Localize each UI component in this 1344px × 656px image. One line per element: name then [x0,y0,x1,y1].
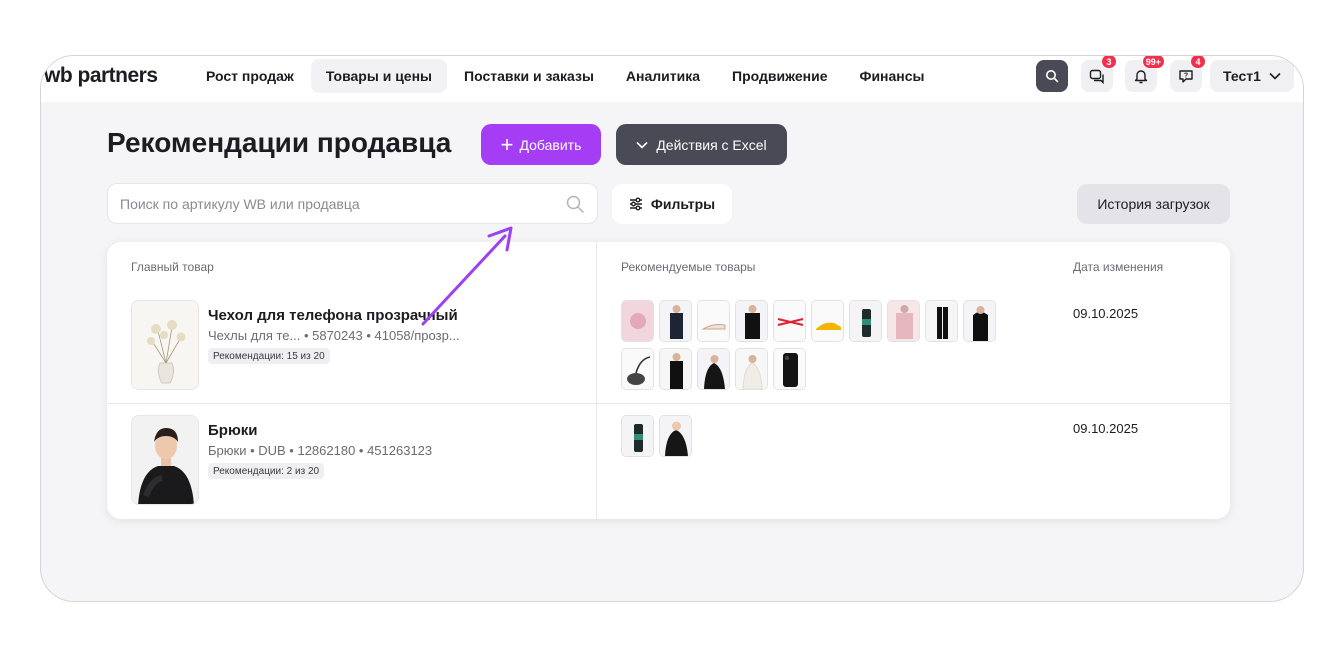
search-input[interactable]: Поиск по артикулу WB или продавца [107,183,598,224]
column-divider [596,242,597,519]
recommended-product-thumb[interactable] [963,300,996,342]
change-date: 09.10.2025 [1073,421,1139,436]
svg-text:?: ? [1184,73,1188,80]
recommended-product-thumb[interactable] [659,300,692,342]
logo[interactable]: wb partners [44,64,158,88]
recommended-product-thumb[interactable] [659,348,692,390]
recommendation-count-badge: Рекомендации: 2 из 20 [208,463,325,479]
recommended-product-thumb[interactable] [697,300,730,342]
excel-actions-label: Действия с Excel [656,136,767,153]
recommended-product-thumb[interactable] [621,415,654,457]
annotation-arrow [421,226,513,326]
chat-icon [1089,69,1104,84]
chat-badge: 3 [1101,56,1117,69]
recommended-product-thumb[interactable] [773,300,806,342]
product-meta: Чехлы для те... • 5870243 • 41058/прозр.… [208,328,460,343]
recommended-product-thumb[interactable] [887,300,920,342]
recommended-product-thumb[interactable] [773,348,806,390]
filters-button[interactable]: Фильтры [612,184,732,224]
recommended-product-thumb[interactable] [849,300,882,342]
recommended-product-thumb[interactable] [735,348,768,390]
nav-item-supplies-orders[interactable]: Поставки и заказы [449,59,609,93]
row-divider [107,403,1230,404]
support-button[interactable]: ? 4 [1170,56,1206,92]
chevron-down-icon [636,141,648,149]
column-header-recommended: Рекомендуемые товары [621,260,756,274]
column-header-date: Дата изменения [1073,260,1164,274]
nav-item-sales-growth[interactable]: Рост продаж [191,59,309,93]
add-button[interactable]: + Добавить [481,124,601,165]
column-header-main: Главный товар [131,260,214,274]
search-placeholder: Поиск по артикулу WB или продавца [120,195,360,212]
recommended-product-thumb[interactable] [925,300,958,342]
user-name: Тест1 [1223,68,1261,84]
product-name[interactable]: Брюки [208,422,257,439]
recommendation-count-badge: Рекомендации: 15 из 20 [208,348,330,364]
nav-item-analytics[interactable]: Аналитика [611,59,715,93]
filters-label: Фильтры [650,196,716,212]
search-icon [566,195,584,213]
recommended-product-thumb[interactable] [621,300,654,342]
recommendations-table: Главный товар Рекомендуемые товары Дата … [107,242,1230,519]
product-image-man[interactable] [131,415,199,505]
top-navbar: wb partners Рост продаж Товары и цены По… [41,56,1303,102]
recommended-product-thumb[interactable] [735,300,768,342]
page-title: Рекомендации продавца [107,127,452,158]
search-button[interactable] [1036,60,1068,92]
search-icon [1046,70,1059,83]
chat-button[interactable]: 3 [1081,56,1117,92]
vase-image [132,301,198,389]
change-date: 09.10.2025 [1073,306,1139,321]
add-button-label: Добавить [519,136,582,153]
support-badge: 4 [1190,56,1206,69]
filters-icon [629,197,642,211]
nav-item-finance[interactable]: Финансы [845,59,940,93]
upload-history-button[interactable]: История загрузок [1077,184,1230,224]
product-meta: Брюки • DUB • 12862180 • 451263123 [208,443,433,458]
recommended-product-thumb[interactable] [811,300,844,342]
notifications-badge: 99+ [1141,56,1165,69]
product-image-vase[interactable] [131,300,199,390]
nav-item-promotion[interactable]: Продвижение [717,59,842,93]
main-nav: Рост продаж Товары и цены Поставки и зак… [191,59,942,93]
recommended-product-thumb[interactable] [697,348,730,390]
app-window: wb partners Рост продаж Товары и цены По… [40,55,1304,602]
plus-icon: + [500,131,514,157]
notifications-button[interactable]: 99+ [1125,56,1165,92]
excel-actions-button[interactable]: Действия с Excel [616,124,787,165]
recommended-product-thumb[interactable] [659,415,692,457]
user-menu-button[interactable]: Тест1 [1210,60,1294,92]
nav-item-products-prices[interactable]: Товары и цены [310,59,448,93]
recommended-product-thumb[interactable] [621,348,654,390]
support-icon: ? [1179,70,1193,83]
bell-icon [1134,70,1148,84]
chevron-down-icon [1269,72,1281,80]
man-jacket-image [132,416,198,504]
